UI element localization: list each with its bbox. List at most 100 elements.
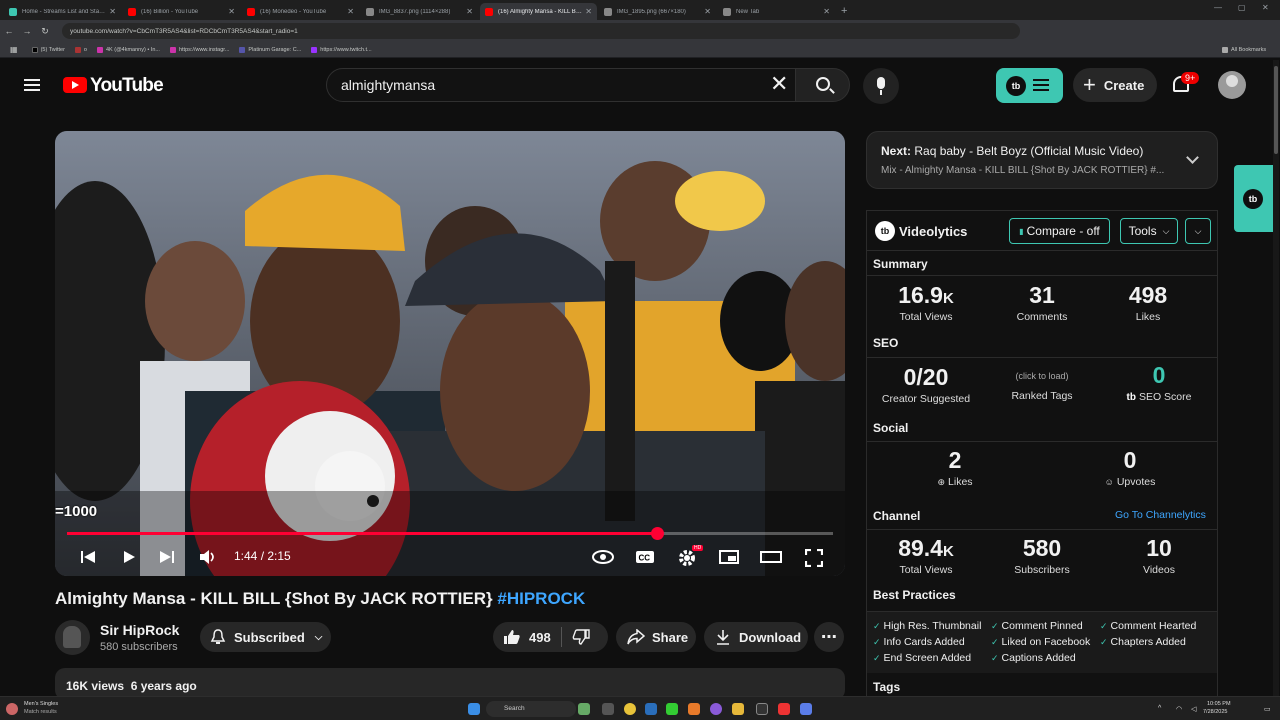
weather-widget-icon[interactable] (6, 703, 18, 715)
hashtag-link[interactable]: #HIPROCK (497, 589, 585, 608)
bookmark[interactable]: o (74, 46, 87, 53)
collapse-chevron-icon[interactable]: ⌵ (1185, 218, 1211, 244)
youtube-logo-text[interactable]: YouTube (90, 75, 164, 97)
progress-bar[interactable] (67, 527, 833, 540)
app-icon[interactable] (800, 703, 812, 715)
windows-start-icon[interactable] (468, 703, 480, 715)
tubebuddy-menu-button[interactable]: tb (996, 68, 1063, 103)
share-button[interactable]: Share (616, 622, 696, 652)
reddit-icon: ☺ (1104, 477, 1114, 487)
browser-tab[interactable]: (16) Monedeo - YouTube ✕ (242, 3, 359, 20)
close-icon[interactable]: ✕ (704, 7, 711, 16)
volume-tray-icon[interactable]: ◁ (1191, 705, 1196, 713)
youtube-logo-icon[interactable] (63, 77, 87, 93)
stat-value: 31 (1029, 282, 1055, 308)
taskbar-search[interactable]: Search (486, 701, 576, 717)
channel-name[interactable]: Sir HipRock (100, 622, 179, 638)
back-icon[interactable]: ← (0, 26, 18, 36)
clock-time[interactable]: 10:05 PM (1207, 701, 1231, 707)
next-video-title[interactable]: Next: Raq baby - Belt Boyz (Official Mus… (881, 144, 1143, 158)
clock-date[interactable]: 7/28/2025 (1203, 709, 1227, 715)
app-icon[interactable] (756, 703, 768, 715)
close-icon[interactable]: ✕ (585, 7, 592, 16)
stat-suffix: K (942, 543, 954, 560)
captions-icon[interactable]: CC (635, 549, 655, 565)
go-to-channelytics-link[interactable]: Go To Channelytics (1115, 509, 1206, 521)
thumbs-down-icon[interactable] (572, 629, 590, 645)
wifi-icon[interactable]: ◠ (1176, 705, 1182, 713)
channel-avatar[interactable] (55, 620, 90, 655)
close-icon[interactable]: ✕ (466, 7, 473, 16)
account-avatar[interactable] (1218, 71, 1246, 99)
create-button[interactable]: + Create (1073, 68, 1157, 102)
close-icon[interactable]: ✕ (109, 7, 116, 16)
bookmark[interactable]: Platinum Garage: C... (239, 46, 301, 53)
fullscreen-icon[interactable] (805, 549, 823, 567)
tools-dropdown[interactable]: Tools ⌵ (1120, 218, 1178, 244)
bookmark[interactable]: https://www.instagr... (169, 46, 229, 53)
download-button[interactable]: Download (704, 622, 808, 652)
close-window-icon[interactable]: ✕ (1262, 3, 1269, 12)
chrome-icon[interactable] (624, 703, 636, 715)
browser-tab[interactable]: New Tab ✕ (718, 3, 835, 20)
app-icon[interactable] (688, 703, 700, 715)
restore-icon[interactable]: ▢ (1238, 3, 1246, 12)
thumbs-up-icon[interactable] (503, 629, 521, 645)
share-icon (627, 629, 645, 645)
app-icon[interactable] (578, 703, 590, 715)
page-scrollbar[interactable] (1273, 60, 1279, 696)
notifications-icon[interactable]: ▭ (1264, 705, 1271, 713)
address-bar[interactable]: youtube.com/watch?v=CbCmT3R5AS4&list=RDC… (62, 23, 1020, 39)
tubebuddy-logo-icon: tb (1243, 189, 1263, 209)
forward-icon[interactable]: → (18, 26, 36, 36)
settings-gear-icon[interactable] (678, 549, 696, 567)
voice-search-button[interactable] (863, 68, 899, 104)
app-icon[interactable] (778, 703, 790, 715)
close-icon[interactable]: ✕ (347, 7, 354, 16)
subscribed-button[interactable]: Subscribed ⌵ (200, 622, 331, 652)
all-bookmarks[interactable]: All Bookmarks (1222, 46, 1266, 53)
outlook-icon[interactable] (645, 703, 657, 715)
bookmark[interactable]: 4K (@4kmanny) • In... (96, 46, 160, 53)
browser-tab[interactable]: (16) Billion - YouTube ✕ (123, 3, 240, 20)
tubebuddy-logo-icon: tb (1126, 392, 1136, 403)
tubebuddy-side-tab[interactable]: tb (1234, 165, 1274, 232)
like-count[interactable]: 498 (529, 630, 551, 645)
bookmark[interactable]: (5) Twitter (31, 46, 65, 53)
browser-tab[interactable]: Home - Streams List and Statistics ✕ (4, 3, 121, 20)
search-button[interactable] (795, 68, 850, 102)
menu-icon[interactable] (24, 79, 40, 91)
tray-chevron-icon[interactable]: ^ (1158, 705, 1161, 712)
browser-tab[interactable]: IMG_8837.png (1114×288) ✕ (361, 3, 478, 20)
file-explorer-icon[interactable] (732, 703, 744, 715)
close-icon[interactable]: ✕ (823, 7, 830, 16)
eye-icon[interactable] (592, 549, 614, 565)
subscribed-label: Subscribed (234, 629, 305, 645)
play-icon[interactable] (121, 549, 137, 565)
volume-icon[interactable] (199, 549, 217, 565)
browser-tab-active[interactable]: (16) Almighty Mansa - KILL BILL ✕ (480, 3, 597, 20)
browser-tab[interactable]: IMG_1895.png (667×180) ✕ (599, 3, 716, 20)
compare-toggle-button[interactable]: ▮ Compare - off (1009, 218, 1110, 244)
click-to-load-hint[interactable]: (click to load) (987, 371, 1097, 381)
minimize-icon[interactable]: — (1214, 3, 1222, 12)
scrollbar-thumb[interactable] (1274, 66, 1278, 154)
miniplayer-icon[interactable] (719, 549, 739, 565)
new-tab-button[interactable]: + (841, 3, 847, 20)
app-icon[interactable] (666, 703, 678, 715)
clear-search-icon[interactable]: ✕ (770, 73, 788, 95)
task-view-icon[interactable] (602, 703, 614, 715)
theater-mode-icon[interactable] (760, 549, 782, 565)
next-icon[interactable] (159, 549, 175, 565)
previous-icon[interactable] (80, 549, 96, 565)
reload-icon[interactable]: ↻ (36, 26, 54, 37)
app-icon[interactable] (710, 703, 722, 715)
seo-ranked-tags[interactable]: (click to load) Ranked Tags (987, 371, 1097, 402)
up-next-card[interactable]: Next: Raq baby - Belt Boyz (Official Mus… (866, 131, 1218, 189)
video-player[interactable]: TG: 586=1000 1:44 / 2:15 CC HD (55, 131, 845, 576)
apps-icon[interactable]: ▦ (10, 45, 18, 54)
search-input[interactable]: almightymansa (326, 68, 796, 102)
more-actions-icon[interactable]: ⋯ (814, 622, 844, 652)
close-icon[interactable]: ✕ (228, 7, 235, 16)
bookmark[interactable]: https://www.twitch.t... (311, 46, 372, 53)
